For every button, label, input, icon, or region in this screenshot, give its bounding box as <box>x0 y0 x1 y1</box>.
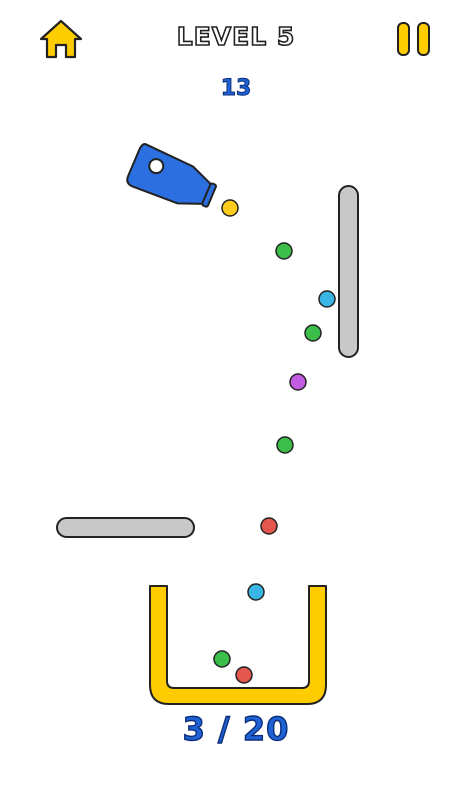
score-counter: 13 <box>220 76 252 102</box>
level-title: LEVEL 5 <box>176 21 296 52</box>
ball <box>221 199 239 217</box>
ball <box>247 583 265 601</box>
collection-cup <box>149 585 327 705</box>
balls-collected-counter: 3 / 20 <box>182 709 290 748</box>
ball <box>276 436 294 454</box>
ball <box>235 666 253 684</box>
ball <box>260 517 278 535</box>
ball <box>275 242 293 260</box>
ball-cannon[interactable] <box>125 143 220 217</box>
vertical-wall <box>338 185 359 358</box>
game-stage[interactable] <box>0 0 472 800</box>
ball <box>289 373 307 391</box>
horizontal-wall <box>56 517 195 538</box>
ball <box>304 324 322 342</box>
ball <box>318 290 336 308</box>
ball <box>213 650 231 668</box>
game-canvas <box>56 143 359 705</box>
